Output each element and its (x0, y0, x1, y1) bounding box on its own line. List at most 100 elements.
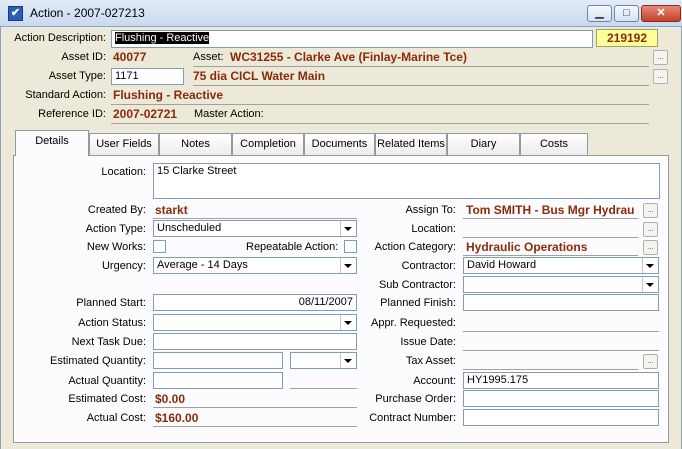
estimated-cost-label: Estimated Cost: (68, 393, 146, 405)
location-textarea[interactable]: 15 Clarke Street (153, 163, 660, 199)
asset-id-value: 40077 (113, 50, 147, 64)
new-works-checkbox[interactable] (153, 240, 166, 253)
planned-finish-input[interactable] (463, 294, 659, 311)
action-status-label: Action Status: (78, 317, 146, 329)
sub-contractor-label: Sub Contractor: (378, 279, 456, 291)
action-status-select[interactable] (153, 314, 357, 331)
urgency-select[interactable]: Average - 14 Days (153, 257, 357, 274)
contractor-label: Contractor: (401, 260, 456, 272)
planned-finish-label: Planned Finish: (380, 297, 456, 309)
tab-user-fields[interactable]: User Fields (89, 133, 159, 155)
created-by-label: Created By: (87, 204, 146, 216)
actual-cost-value: $160.00 (155, 411, 199, 425)
purchase-order-label: Purchase Order: (375, 393, 456, 405)
asset-id-label: Asset ID: (61, 51, 106, 63)
contractor-select[interactable]: David Howard (463, 257, 659, 274)
action-description-input[interactable]: Flushing - Reactive (111, 30, 593, 48)
account-input[interactable]: HY1995.175 (463, 372, 659, 389)
appr-requested-label: Appr. Requested: (370, 317, 456, 329)
next-task-due-input[interactable] (153, 333, 357, 350)
location2-lookup-button[interactable]: ... (643, 222, 658, 237)
asset-type-label: Asset Type: (48, 70, 106, 82)
issue-date-underline (463, 350, 659, 351)
close-button[interactable]: ✕ (641, 5, 681, 22)
asset-label: Asset: (193, 51, 224, 63)
actual-quantity-label: Actual Quantity: (68, 375, 146, 387)
actual-cost-underline (153, 426, 357, 427)
tab-completion[interactable]: Completion (232, 133, 304, 155)
reference-id-label: Reference ID: (38, 108, 106, 120)
estimated-quantity-label: Estimated Quantity: (50, 355, 146, 367)
repeatable-action-label: Repeatable Action: (246, 241, 339, 253)
location2-underline (463, 237, 638, 238)
actual-unit-underline (290, 388, 357, 389)
asset-type-description: 75 dia CICL Water Main (193, 69, 326, 83)
tax-asset-underline (463, 369, 638, 370)
tab-costs[interactable]: Costs (520, 133, 588, 155)
tax-asset-label: Tax Asset: (405, 355, 456, 367)
action-description-value: Flushing - Reactive (115, 32, 210, 44)
sub-contractor-select[interactable] (463, 276, 659, 293)
estimated-unit-select[interactable] (290, 352, 357, 369)
next-task-due-label: Next Task Due: (71, 336, 146, 348)
chevron-down-icon[interactable] (642, 277, 657, 292)
asset-type-underline (193, 85, 649, 86)
created-by-underline (153, 218, 357, 219)
urgency-value: Average - 14 Days (157, 259, 248, 271)
appr-requested-underline (463, 331, 659, 332)
asset-underline (193, 66, 649, 67)
tab-related-items[interactable]: Related Items (375, 133, 447, 155)
asset-lookup-button[interactable]: ... (653, 50, 668, 65)
title-bar: ✔ Action - 2007-027213 ▁ □ ✕ (0, 0, 682, 27)
asset-type-input[interactable]: 1171 (111, 68, 184, 85)
action-type-value: Unscheduled (157, 222, 222, 234)
chevron-down-icon[interactable] (642, 258, 657, 273)
contractor-value: David Howard (467, 259, 537, 271)
tab-diary[interactable]: Diary (447, 133, 520, 155)
action-type-label: Action Type: (85, 223, 146, 235)
app-check-icon: ✔ (8, 6, 23, 21)
standard-action-underline (111, 104, 649, 105)
tab-notes[interactable]: Notes (159, 133, 232, 155)
action-category-underline (463, 255, 638, 256)
created-by-value: starkt (155, 203, 188, 217)
reference-id-value: 2007-02721 (113, 107, 178, 121)
actual-quantity-input[interactable] (153, 372, 283, 389)
master-action-label: Master Action: (194, 108, 264, 120)
assign-to-underline (463, 218, 638, 219)
standard-action-value: Flushing - Reactive (113, 88, 224, 102)
estimated-cost-underline (153, 407, 357, 408)
assign-to-value: Tom SMITH - Bus Mgr Hydrau (466, 203, 635, 217)
standard-action-label: Standard Action: (25, 89, 106, 101)
tab-details[interactable]: Details (15, 130, 89, 156)
tax-asset-lookup-button[interactable]: ... (643, 354, 658, 369)
planned-start-label: Planned Start: (76, 297, 146, 309)
asset-value: WC31255 - Clarke Ave (Finlay-Marine Tce) (230, 50, 467, 64)
reference-underline (111, 123, 649, 124)
account-label: Account: (413, 375, 456, 387)
action-category-value: Hydraulic Operations (466, 240, 588, 254)
actual-cost-label: Actual Cost: (86, 412, 146, 424)
maximize-button[interactable]: □ (614, 5, 639, 22)
action-category-label: Action Category: (374, 241, 456, 253)
assign-to-lookup-button[interactable]: ... (643, 203, 658, 218)
contract-number-label: Contract Number: (369, 412, 456, 424)
action-category-lookup-button[interactable]: ... (643, 240, 658, 255)
purchase-order-input[interactable] (463, 390, 659, 407)
action-description-label: Action Description: (14, 32, 106, 44)
action-type-select[interactable]: Unscheduled (153, 220, 357, 237)
urgency-label: Urgency: (101, 260, 146, 272)
planned-start-input[interactable]: 08/11/2007 (153, 294, 357, 311)
minimize-button[interactable]: ▁ (587, 5, 612, 22)
estimated-cost-value: $0.00 (155, 392, 186, 406)
location2-label: Location: (411, 223, 456, 235)
estimated-quantity-input[interactable] (153, 352, 283, 369)
assign-to-label: Assign To: (405, 204, 456, 216)
issue-date-label: Issue Date: (400, 336, 456, 348)
tab-documents[interactable]: Documents (304, 133, 375, 155)
contract-number-input[interactable] (463, 409, 659, 426)
location-label: Location: (101, 166, 146, 178)
new-works-label: New Works: (86, 241, 146, 253)
asset-type-lookup-button[interactable]: ... (653, 69, 668, 84)
window-title: Action - 2007-027213 (30, 6, 145, 20)
